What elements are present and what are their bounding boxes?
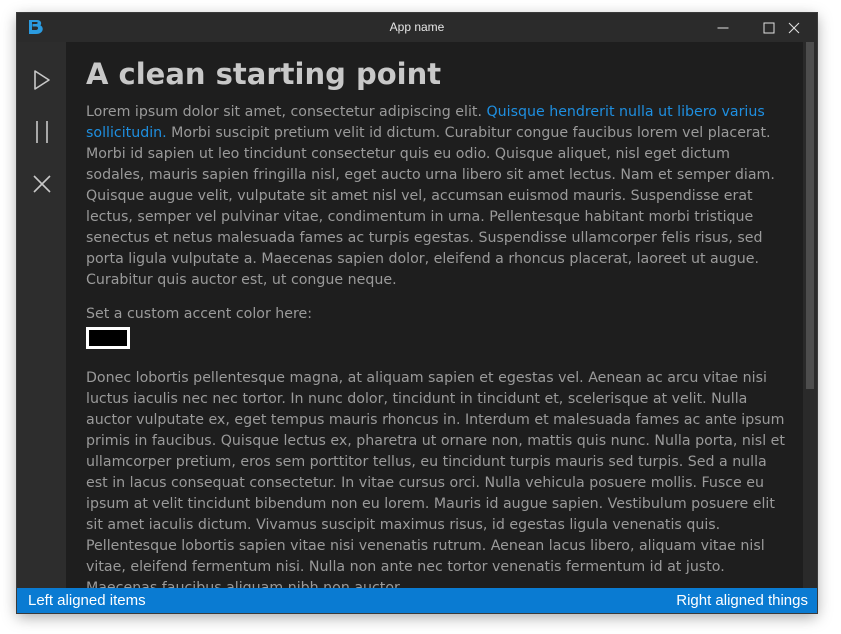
app-logo-icon bbox=[25, 17, 47, 39]
accent-color-label: Set a custom accent color here: bbox=[86, 306, 313, 322]
close-icon bbox=[32, 175, 51, 193]
pause-button[interactable] bbox=[17, 112, 66, 152]
pause-icon bbox=[35, 121, 48, 143]
stop-button[interactable] bbox=[17, 164, 66, 204]
title-bar[interactable]: App name bbox=[17, 13, 817, 42]
content-body: A clean starting point Lorem ipsum dolor… bbox=[86, 54, 786, 588]
paragraph-text: Lorem ipsum dolor sit amet, consectetur … bbox=[86, 104, 487, 120]
accent-color-picker[interactable] bbox=[86, 327, 130, 349]
main-content[interactable]: A clean starting point Lorem ipsum dolor… bbox=[66, 42, 817, 588]
intro-paragraph: Lorem ipsum dolor sit amet, consectetur … bbox=[86, 102, 786, 291]
status-left-text: Left aligned items bbox=[28, 592, 146, 609]
close-icon bbox=[788, 22, 800, 33]
scrollbar-thumb[interactable] bbox=[806, 42, 814, 389]
play-icon bbox=[33, 70, 50, 90]
body-paragraph: Donec lobortis pellentesque magna, at al… bbox=[86, 370, 785, 588]
play-button[interactable] bbox=[17, 60, 66, 100]
status-bar: Left aligned items Right aligned things bbox=[17, 588, 817, 613]
vertical-scrollbar[interactable] bbox=[803, 42, 817, 588]
window-title: App name bbox=[389, 20, 445, 34]
minimize-button[interactable] bbox=[700, 13, 746, 42]
sidebar bbox=[17, 42, 66, 588]
paragraph-text: Morbi suscipit pretium velit id dictum. … bbox=[86, 125, 775, 288]
window-close-button[interactable] bbox=[771, 13, 817, 42]
minimize-icon bbox=[717, 27, 729, 28]
app-window: App name A clean starting point Lorem ip… bbox=[17, 13, 817, 613]
status-right-text: Right aligned things bbox=[676, 592, 808, 609]
page-title: A clean starting point bbox=[86, 57, 442, 91]
